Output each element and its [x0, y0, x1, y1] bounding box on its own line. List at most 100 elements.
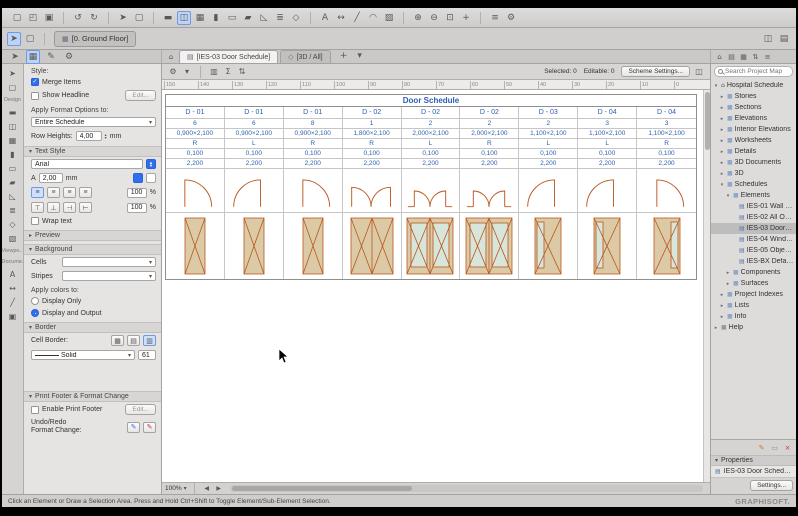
schedule-cell-id[interactable]: D - 01: [284, 107, 343, 119]
tree-item[interactable]: ▸■Sections: [711, 102, 796, 113]
schedule-cell-sill[interactable]: 0,100: [402, 149, 461, 159]
border-pen-input[interactable]: 61: [138, 350, 156, 360]
tree-item[interactable]: ▤IES-03 Door Schedule: [711, 223, 796, 234]
edit-pencil-icon[interactable]: ✎: [756, 442, 767, 453]
schedule-cell-count[interactable]: 6: [225, 119, 284, 129]
font-color-chip[interactable]: [133, 173, 143, 183]
schedule-cell-id[interactable]: D - 02: [460, 107, 519, 119]
horizontal-scrollbar-thumb[interactable]: [232, 486, 412, 491]
collapse-arrow-icon[interactable]: ▾: [713, 83, 719, 89]
tree-item[interactable]: ▸■Components: [711, 267, 796, 278]
dimension-tool-icon[interactable]: ↔: [5, 282, 21, 295]
enable-print-footer-checkbox[interactable]: [31, 406, 39, 414]
door-plan-symbol[interactable]: [166, 169, 225, 213]
schedule-cell-sill[interactable]: 0,100: [343, 149, 402, 159]
border-vertical-button[interactable]: [143, 335, 156, 346]
zoom-menu-icon[interactable]: [184, 485, 187, 492]
schedule-cell-head[interactable]: 2,200: [166, 159, 225, 169]
door-plan-symbol[interactable]: [402, 169, 461, 213]
tree-item[interactable]: ▸■Interior Elevations: [711, 124, 796, 135]
stripes-color-swatch[interactable]: [62, 271, 156, 281]
headline-edit-button[interactable]: Edit...: [125, 90, 156, 101]
tree-item[interactable]: ▸■Stories: [711, 91, 796, 102]
marquee-mode-icon[interactable]: ▢: [23, 32, 37, 46]
tree-item[interactable]: ▸■Help: [711, 322, 796, 333]
schedule-cell-sill[interactable]: 0,100: [284, 149, 343, 159]
select-arrow-icon[interactable]: ➤: [116, 11, 130, 25]
apply-format-dropdown[interactable]: Entire Schedule: [31, 117, 156, 127]
document-tab[interactable]: ▤[IES-03 Door Schedule]: [179, 50, 278, 63]
wall-tool-icon[interactable]: ▬: [161, 11, 175, 25]
publisher-sets-icon[interactable]: ⇅: [750, 51, 761, 62]
door-plan-symbol[interactable]: [578, 169, 637, 213]
tree-item[interactable]: ▸■3D: [711, 168, 796, 179]
schedule-cell-sill[interactable]: 0,100: [637, 149, 696, 159]
expand-arrow-icon[interactable]: ▸: [719, 127, 725, 133]
schedule-cell-sill[interactable]: 0,100: [578, 149, 637, 159]
wrap-text-checkbox[interactable]: [31, 217, 39, 225]
display-only-radio[interactable]: [31, 297, 39, 305]
style-panel-tab-icon[interactable]: ✎: [44, 50, 58, 64]
tree-item[interactable]: ▾■Elements: [711, 190, 796, 201]
window-tool-icon[interactable]: ▦: [193, 11, 207, 25]
undo-format-button[interactable]: [127, 422, 140, 433]
schedule-title[interactable]: Door Schedule: [166, 95, 696, 107]
tree-item[interactable]: ▸■Elevations: [711, 113, 796, 124]
horizontal-scrollbar[interactable]: [230, 485, 703, 492]
organizer-icon[interactable]: ▤: [777, 32, 791, 46]
dimension-tool-icon[interactable]: ↔: [334, 11, 348, 25]
wall-tool-icon[interactable]: ▬: [5, 106, 21, 119]
tree-item[interactable]: ▸■Surfaces: [711, 278, 796, 289]
schedule-cell-count[interactable]: 8: [284, 119, 343, 129]
schedule-cell-size[interactable]: 0,900×2,100: [284, 129, 343, 139]
schedule-cell-size[interactable]: 1,800×2,100: [343, 129, 402, 139]
format-panel-tab-icon[interactable]: ▦: [26, 50, 40, 64]
tree-item[interactable]: ▸■3D Documents: [711, 157, 796, 168]
schedule-view-icon[interactable]: ▥: [208, 66, 220, 78]
door-elevation-symbol[interactable]: [460, 213, 519, 279]
pointer-panel-tab-icon[interactable]: ➤: [8, 50, 22, 64]
schedule-cell-count[interactable]: 1: [343, 119, 402, 129]
door-elevation-symbol[interactable]: [402, 213, 461, 279]
schedule-cell-hinge[interactable]: R: [343, 139, 402, 149]
valign-bottom-button[interactable]: [47, 202, 60, 213]
schedule-cell-count[interactable]: 2: [519, 119, 578, 129]
align-right-button[interactable]: [63, 187, 76, 198]
marquee-tool-icon[interactable]: ▢: [5, 81, 21, 94]
text-tool-icon[interactable]: A: [318, 11, 332, 25]
schedule-cell-hinge[interactable]: R: [284, 139, 343, 149]
print-footer-edit-button[interactable]: Edit...: [125, 404, 156, 415]
tree-item[interactable]: ▸■Worksheets: [711, 135, 796, 146]
merge-items-checkbox[interactable]: [31, 78, 39, 86]
door-tool-icon[interactable]: ◫: [5, 120, 21, 133]
line-tool-icon[interactable]: ╱: [350, 11, 364, 25]
door-elevation-symbol[interactable]: [578, 213, 637, 279]
align-left-button[interactable]: [31, 187, 44, 198]
layout-book-icon[interactable]: ▦: [738, 51, 749, 62]
door-elevation-symbol[interactable]: [225, 213, 284, 279]
tree-item[interactable]: ▤IES-01 Wall Schedule: [711, 201, 796, 212]
active-story-tab[interactable]: ▦ [0. Ground Floor]: [54, 31, 136, 47]
beam-tool-icon[interactable]: ▭: [225, 11, 239, 25]
cells-color-swatch[interactable]: [62, 257, 156, 267]
line-tool-icon[interactable]: ╱: [5, 296, 21, 309]
schedule-cell-count[interactable]: 3: [578, 119, 637, 129]
schedule-cell-head[interactable]: 2,200: [519, 159, 578, 169]
layers-icon[interactable]: ≡: [488, 11, 502, 25]
schedule-cell-hinge[interactable]: R: [166, 139, 225, 149]
schedule-cell-hinge[interactable]: L: [402, 139, 461, 149]
column-tool-icon[interactable]: ▮: [209, 11, 223, 25]
schedule-cell-sill[interactable]: 0,100: [519, 149, 578, 159]
expand-arrow-icon[interactable]: ▸: [719, 292, 725, 298]
redo-icon[interactable]: ↻: [87, 11, 101, 25]
undo-icon[interactable]: ↺: [71, 11, 85, 25]
zoom-in-icon[interactable]: ⊕: [411, 11, 425, 25]
expand-arrow-icon[interactable]: ▸: [725, 281, 731, 287]
stair-tool-icon[interactable]: ≣: [5, 204, 21, 217]
object-tool-icon[interactable]: ◇: [5, 218, 21, 231]
document-tab[interactable]: ◇[3D / All]: [280, 50, 330, 63]
project-map-icon[interactable]: ⌂: [714, 51, 725, 62]
marquee-icon[interactable]: ▢: [132, 11, 146, 25]
schedule-cell-sill[interactable]: 0,100: [166, 149, 225, 159]
previous-view-icon[interactable]: ◀: [202, 484, 212, 494]
